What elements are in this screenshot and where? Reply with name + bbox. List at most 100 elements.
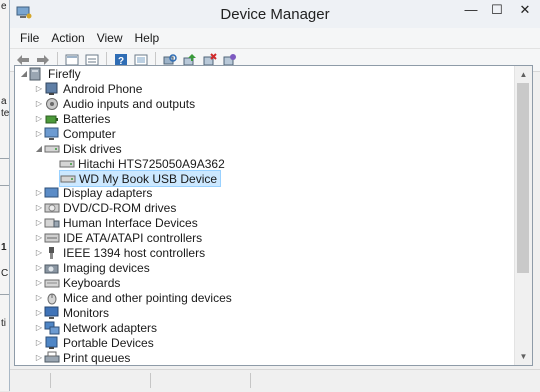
expand-arrow-icon[interactable]: ▷ (34, 323, 44, 332)
hid-icon (44, 216, 60, 230)
tree-item-label: DVD/CD-ROM drives (63, 200, 177, 215)
expand-arrow-icon[interactable]: ▷ (34, 293, 44, 302)
tree-item-label: IDE ATA/ATAPI controllers (63, 230, 203, 245)
ide-controller-icon (44, 231, 60, 245)
menu-view[interactable]: View (91, 31, 129, 45)
disk-drive-icon (44, 142, 60, 156)
audio-icon (44, 97, 60, 111)
display-adapter-icon (44, 186, 60, 200)
tree-item-label: Network adapters (63, 320, 158, 335)
expand-arrow-icon[interactable]: ▷ (34, 129, 44, 138)
tree-item-label: Computer (63, 126, 116, 141)
tree-root-label: Firefly (48, 66, 81, 81)
dvd-drive-icon (44, 201, 60, 215)
tree-item-disk-drives[interactable]: ◢ Disk drives (34, 141, 122, 156)
status-divider (150, 373, 151, 388)
scrollbar-thumb[interactable] (517, 83, 529, 273)
tree-item-network[interactable]: ▷ Network adapters (34, 320, 157, 335)
computer-icon (29, 67, 45, 81)
portable-device-icon (44, 336, 60, 350)
menu-action[interactable]: Action (45, 31, 90, 45)
minimize-button[interactable]: — (458, 0, 484, 20)
status-divider (50, 373, 51, 388)
tree-item-label: Monitors (63, 305, 110, 320)
tree-item-label: WD My Book USB Device (79, 171, 218, 186)
collapse-arrow-icon[interactable]: ◢ (34, 144, 44, 153)
tree-item-dvd[interactable]: ▷ DVD/CD-ROM drives (34, 200, 176, 215)
maximize-button[interactable]: ☐ (484, 0, 510, 20)
device-tree[interactable]: ◢ Firefly ▷ Android Phone ▷ Audio inputs… (14, 65, 533, 366)
expand-arrow-icon[interactable]: ▷ (34, 263, 44, 272)
status-divider (250, 373, 251, 388)
menu-help[interactable]: Help (129, 31, 166, 45)
tree-item-label: Audio inputs and outputs (63, 96, 196, 111)
tree-item-batteries[interactable]: ▷ Batteries (34, 111, 110, 126)
tree-child-hitachi[interactable]: Hitachi HTS725050A9A362 (59, 156, 225, 171)
expand-arrow-icon[interactable]: ▷ (34, 218, 44, 227)
tree-item-hid[interactable]: ▷ Human Interface Devices (34, 215, 198, 230)
tree-item-label: Disk drives (63, 141, 122, 156)
expand-arrow-icon[interactable]: ▷ (34, 278, 44, 287)
tree-item-label: Hitachi HTS725050A9A362 (78, 156, 225, 171)
keyboard-icon (44, 276, 60, 290)
title-bar[interactable]: Device Manager — ☐ ✕ (10, 0, 540, 28)
tree-item-label: IEEE 1394 host controllers (63, 245, 206, 260)
expand-arrow-icon[interactable]: ▷ (34, 308, 44, 317)
background-text: e (1, 1, 7, 12)
menu-file[interactable]: File (14, 31, 45, 45)
printer-icon (44, 351, 60, 365)
expand-arrow-icon[interactable]: ▷ (34, 233, 44, 242)
tree-item-computer[interactable]: ▷ Computer (34, 126, 116, 141)
device-manager-window: Device Manager — ☐ ✕ File Action View He… (9, 0, 540, 392)
collapse-arrow-icon[interactable]: ◢ (19, 69, 29, 78)
tree-item-label: Keyboards (63, 275, 121, 290)
tree-item-label: Imaging devices (63, 260, 150, 275)
expand-arrow-icon[interactable]: ▷ (34, 84, 44, 93)
mouse-icon (44, 291, 60, 305)
expand-arrow-icon[interactable]: ▷ (34, 248, 44, 257)
expand-arrow-icon[interactable]: ▷ (34, 99, 44, 108)
tree-item-ide[interactable]: ▷ IDE ATA/ATAPI controllers (34, 230, 202, 245)
tree-item-imaging[interactable]: ▷ Imaging devices (34, 260, 150, 275)
expand-arrow-icon[interactable]: ▷ (34, 188, 44, 197)
expand-arrow-icon[interactable]: ▷ (34, 338, 44, 347)
background-text: a (1, 96, 7, 107)
tree-item-label: Portable Devices (63, 335, 154, 350)
tree-item-mice[interactable]: ▷ Mice and other pointing devices (34, 290, 232, 305)
tree-item-print-queues[interactable]: ▷ Print queues (34, 350, 130, 365)
tree-item-keyboards[interactable]: ▷ Keyboards (34, 275, 120, 290)
tree-item-ieee1394[interactable]: ▷ IEEE 1394 host controllers (34, 245, 205, 260)
tree-item-label: Android Phone (63, 81, 143, 96)
tree-item-audio[interactable]: ▷ Audio inputs and outputs (34, 96, 195, 111)
tree-item-android-phone[interactable]: ▷ Android Phone (34, 81, 142, 96)
tree-root[interactable]: ◢ Firefly (19, 66, 81, 81)
background-text: ti (1, 318, 6, 329)
background-text: C (1, 268, 9, 279)
monitor-icon (44, 306, 60, 320)
expand-arrow-icon[interactable]: ▷ (34, 114, 44, 123)
tree-item-portable[interactable]: ▷ Portable Devices (34, 335, 154, 350)
phone-icon (44, 82, 60, 96)
firewire-icon (44, 246, 60, 260)
network-adapter-icon (44, 321, 60, 335)
battery-icon (44, 112, 60, 126)
computer-icon (44, 127, 60, 141)
expand-arrow-icon[interactable]: ▷ (34, 203, 44, 212)
tree-item-label: Print queues (63, 350, 131, 365)
close-button[interactable]: ✕ (510, 0, 540, 20)
tree-item-label: Human Interface Devices (63, 215, 198, 230)
camera-icon (44, 261, 60, 275)
scroll-up-arrow-icon[interactable]: ▲ (515, 66, 532, 83)
disk-drive-icon (60, 172, 76, 186)
tree-item-label: Display adapters (63, 185, 153, 200)
tree-item-label: Batteries (63, 111, 111, 126)
vertical-scrollbar[interactable]: ▲ ▼ (514, 66, 532, 365)
tree-item-display-adapters[interactable]: ▷ Display adapters (34, 185, 152, 200)
menu-bar: File Action View Help (10, 28, 540, 49)
expand-arrow-icon[interactable]: ▷ (34, 353, 44, 362)
background-text: 1 (1, 242, 7, 253)
scroll-down-arrow-icon[interactable]: ▼ (515, 348, 532, 365)
disk-drive-icon (59, 157, 75, 171)
tree-item-monitors[interactable]: ▷ Monitors (34, 305, 109, 320)
status-bar (10, 369, 540, 392)
